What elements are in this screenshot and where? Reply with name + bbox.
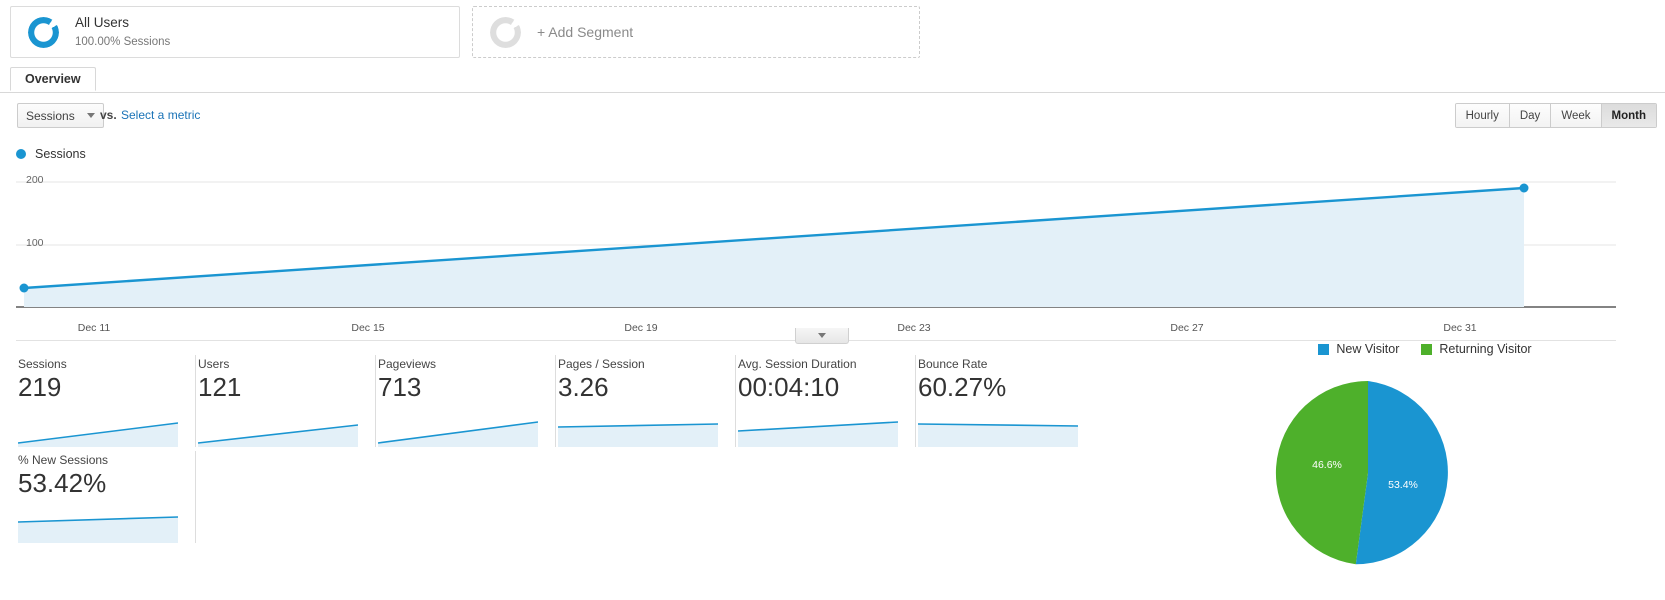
metric-value: 121 <box>198 372 242 402</box>
donut-icon <box>28 16 59 48</box>
segment-all-users-title: All Users <box>75 14 130 30</box>
range-button-month[interactable]: Month <box>1601 104 1656 127</box>
metric-value: 60.27% <box>918 372 1007 402</box>
chart-marker-start[interactable] <box>19 283 29 293</box>
metric-value: 713 <box>378 372 422 402</box>
metric-card-avg-session-duration[interactable]: Avg. Session Duration 00:04:10 <box>736 355 916 447</box>
sessions-area-fill <box>24 188 1524 307</box>
metric-grid: Sessions 219 Users 121 Pageviews 713 Pag… <box>16 355 1106 543</box>
segment-bar: All Users 100.00% Sessions + Add Segment <box>0 0 1665 66</box>
x-tick-5: Dec 31 <box>1443 322 1476 334</box>
metric-card-pageviews[interactable]: Pageviews 713 <box>376 355 556 447</box>
chevron-down-icon <box>818 333 826 338</box>
sparkline-sessions <box>18 422 178 447</box>
sparkline-pages-per-session <box>558 423 718 447</box>
tab-strip: Overview <box>0 67 1665 93</box>
segment-all-users-subtitle: 100.00% Sessions <box>75 35 171 48</box>
pie-legend-label-returning-visitor: Returning Visitor <box>1439 342 1532 356</box>
segment-all-users[interactable]: All Users 100.00% Sessions <box>10 6 460 58</box>
range-button-hourly[interactable]: Hourly <box>1455 104 1510 127</box>
metric-card-percent-new-sessions[interactable]: % New Sessions 53.42% <box>16 451 196 543</box>
pie-legend: New Visitor Returning Visitor <box>1255 342 1595 356</box>
chart-legend-label: Sessions <box>35 147 86 161</box>
legend-swatch-returning-visitor <box>1421 343 1433 355</box>
chart-legend: Sessions <box>16 147 86 161</box>
x-tick-3: Dec 23 <box>897 322 930 334</box>
date-granularity-group: Hourly Day Week Month <box>1454 103 1657 128</box>
y-tick-200: 200 <box>26 174 44 186</box>
metric-value: 219 <box>18 372 62 402</box>
x-tick-2: Dec 19 <box>624 322 657 334</box>
metric-label: Sessions <box>18 357 67 371</box>
pie-slice-label-new-visitor: 53.4% <box>1388 479 1418 491</box>
x-tick-4: Dec 27 <box>1170 322 1203 334</box>
metric-select-value: Sessions <box>26 108 75 123</box>
metric-label: Pages / Session <box>558 357 645 371</box>
sparkline-percent-new-sessions <box>18 516 178 543</box>
select-a-metric-link[interactable]: Select a metric <box>121 108 200 122</box>
metric-select[interactable]: Sessions <box>17 103 104 128</box>
metric-card-pages-per-session[interactable]: Pages / Session 3.26 <box>556 355 736 447</box>
metric-label: % New Sessions <box>18 453 109 467</box>
metric-value: 53.42% <box>18 468 107 498</box>
y-tick-100: 100 <box>26 237 44 249</box>
range-button-day[interactable]: Day <box>1509 104 1552 127</box>
legend-dot-icon <box>16 149 26 159</box>
sessions-area-chart[interactable]: 200 100 <box>0 168 1665 320</box>
sessions-chart-svg: 200 100 <box>16 174 1616 308</box>
segment-all-users-text: All Users 100.00% Sessions <box>75 15 170 49</box>
metric-value: 00:04:10 <box>738 372 840 402</box>
sparkline-pageviews <box>378 421 538 447</box>
chevron-down-icon <box>86 113 95 118</box>
metric-value: 3.26 <box>558 372 609 402</box>
sparkline-bounce-rate <box>918 423 1078 447</box>
metric-label: Users <box>198 357 230 371</box>
new-vs-returning-panel: New Visitor Returning Visitor 53.4% 46.6… <box>1255 336 1655 596</box>
pie-chart-svg: 53.4% 46.6% <box>1275 380 1448 565</box>
x-tick-0: Dec 11 <box>78 322 111 334</box>
donut-empty-icon <box>490 16 521 48</box>
metric-card-users[interactable]: Users 121 <box>196 355 376 447</box>
metric-card-bounce-rate[interactable]: Bounce Rate 60.27% <box>916 355 1096 447</box>
metric-label: Bounce Rate <box>918 357 988 371</box>
metric-controls-row: Sessions vs. Select a metric Hourly Day … <box>0 103 1665 133</box>
metric-summary-panel: Sessions 219 Users 121 Pageviews 713 Pag… <box>16 355 1106 543</box>
pie-slice-label-returning-visitor: 46.6% <box>1312 459 1342 471</box>
sparkline-users <box>198 424 358 447</box>
vs-label: vs. <box>100 108 117 122</box>
range-button-week[interactable]: Week <box>1551 104 1602 127</box>
pie-slice-returning-visitor[interactable] <box>1275 380 1368 565</box>
metric-label: Pageviews <box>378 357 437 371</box>
tab-overview-label: Overview <box>25 72 81 86</box>
pie-legend-item-returning-visitor[interactable]: Returning Visitor <box>1421 342 1532 356</box>
pie-chart[interactable]: 53.4% 46.6% <box>1273 378 1463 573</box>
chart-marker-end[interactable] <box>1519 183 1529 193</box>
pie-legend-label-new-visitor: New Visitor <box>1336 342 1400 356</box>
metric-card-sessions[interactable]: Sessions 219 <box>16 355 196 447</box>
add-segment-label: + Add Segment <box>537 24 634 40</box>
add-segment-button[interactable]: + Add Segment <box>472 6 920 58</box>
collapse-chart-button[interactable] <box>795 328 849 344</box>
pie-legend-item-new-visitor[interactable]: New Visitor <box>1318 342 1399 356</box>
pie-slice-new-visitor[interactable] <box>1355 381 1448 565</box>
x-tick-1: Dec 15 <box>351 322 384 334</box>
tab-overview[interactable]: Overview <box>10 67 96 91</box>
legend-swatch-new-visitor <box>1318 343 1330 355</box>
sparkline-avg-session-duration <box>738 421 898 447</box>
metric-label: Avg. Session Duration <box>738 357 857 371</box>
